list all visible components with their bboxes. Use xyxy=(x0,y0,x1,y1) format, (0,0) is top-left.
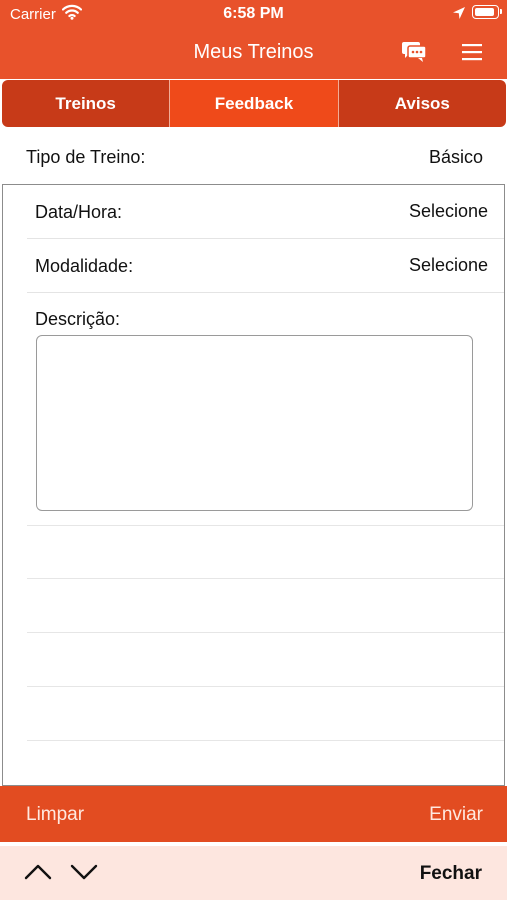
date-time-row[interactable]: Data/Hora: Selecione xyxy=(27,185,504,239)
tab-avisos[interactable]: Avisos xyxy=(337,80,506,127)
battery-icon xyxy=(472,5,502,19)
chevron-down-icon[interactable] xyxy=(70,862,98,887)
chat-bubbles-icon[interactable] xyxy=(401,41,427,68)
action-bar: Limpar Enviar xyxy=(0,786,507,842)
tab-feedback[interactable]: Feedback xyxy=(169,80,338,127)
close-button[interactable]: Fechar xyxy=(420,863,482,885)
training-type-value: Básico xyxy=(428,147,483,167)
page-title: Meus Treinos xyxy=(193,41,314,63)
hamburger-menu-icon[interactable] xyxy=(461,43,483,66)
status-bar: Carrier 6:58 PM xyxy=(0,0,507,28)
clock: 6:58 PM xyxy=(223,5,284,22)
date-time-value[interactable]: Selecione xyxy=(409,201,488,222)
modality-row[interactable]: Modalidade: Selecione xyxy=(27,239,504,293)
training-type-label: Tipo de Treino: xyxy=(26,147,146,167)
divider xyxy=(27,686,504,687)
send-button[interactable]: Enviar xyxy=(429,804,483,826)
divider xyxy=(27,632,504,633)
tab-bar: Treinos Feedback Avisos xyxy=(2,80,506,127)
nav-bar: Meus Treinos xyxy=(0,28,507,79)
date-time-label: Data/Hora: xyxy=(35,202,123,222)
description-textarea[interactable] xyxy=(36,335,473,511)
feedback-form: Data/Hora: Selecione Modalidade: Selecio… xyxy=(2,184,505,786)
modality-label: Modalidade: xyxy=(35,256,134,276)
divider xyxy=(27,525,504,526)
modality-value[interactable]: Selecione xyxy=(409,255,488,276)
divider xyxy=(27,578,504,579)
keyboard-toolbar: Fechar xyxy=(0,846,507,900)
clear-button[interactable]: Limpar xyxy=(26,804,84,826)
divider xyxy=(27,740,504,741)
training-type-row: Tipo de Treino: Básico xyxy=(0,128,507,184)
chevron-up-icon[interactable] xyxy=(24,862,52,887)
location-arrow-icon xyxy=(452,6,466,25)
tab-treinos[interactable]: Treinos xyxy=(2,80,169,127)
description-label: Descrição: xyxy=(35,309,121,329)
